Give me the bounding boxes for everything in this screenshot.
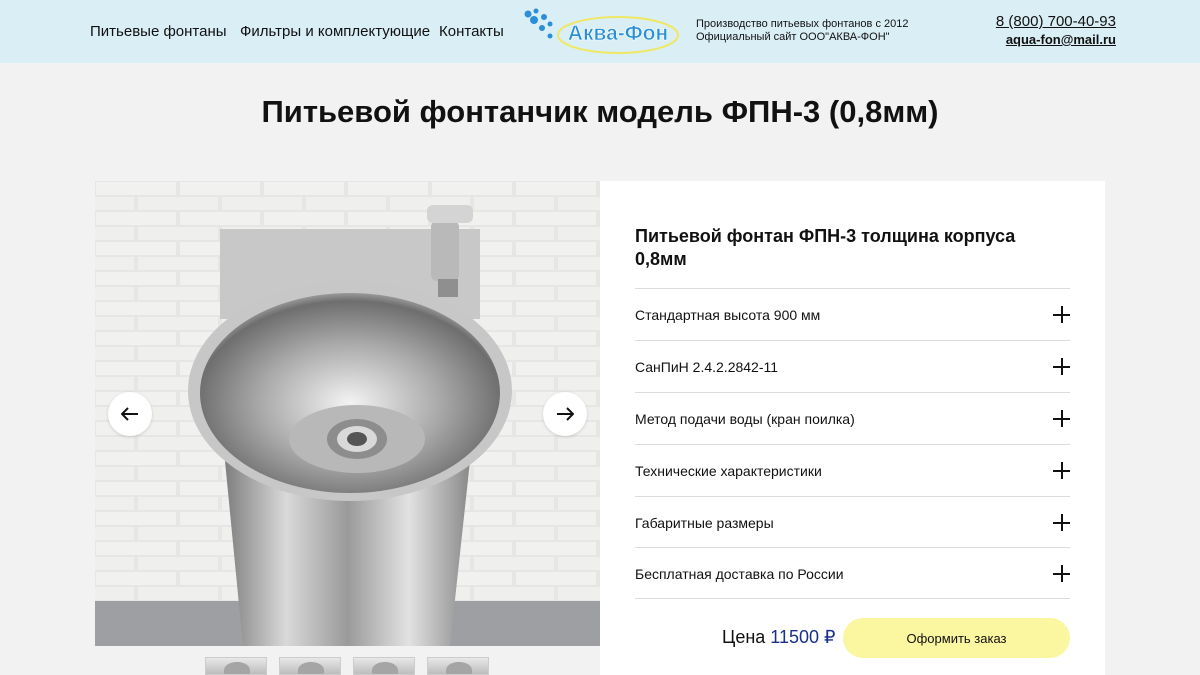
price-label: Цена bbox=[722, 627, 766, 647]
product-photo bbox=[95, 181, 600, 646]
accordion-item[interactable]: СанПиН 2.4.2.2842-11 bbox=[635, 340, 1070, 392]
accordion-item[interactable]: Габаритные размеры bbox=[635, 496, 1070, 548]
nav-filters[interactable]: Фильтры и комплектующие bbox=[240, 23, 430, 40]
accordion-item[interactable]: Стандартная высота 900 мм bbox=[635, 288, 1070, 340]
nav-drinking-fountains[interactable]: Питьевые фонтаны bbox=[90, 23, 227, 40]
site-header: Питьевые фонтаны Фильтры и комплектующие… bbox=[0, 0, 1200, 63]
accordion-label: Бесплатная доставка по России bbox=[635, 565, 844, 582]
email-link[interactable]: aqua-fon@mail.ru bbox=[1006, 32, 1116, 47]
page-title: Питьевой фонтанчик модель ФПН-3 (0,8мм) bbox=[261, 94, 939, 129]
price: Цена 11500 ₽ bbox=[722, 627, 835, 648]
nav-contacts[interactable]: Контакты bbox=[439, 23, 504, 40]
plus-icon bbox=[1053, 514, 1070, 531]
product-gallery[interactable] bbox=[95, 181, 600, 646]
accordion-item[interactable]: Бесплатная доставка по России bbox=[635, 547, 1070, 599]
accordion-label: Метод подачи воды (кран поилка) bbox=[635, 410, 855, 427]
gallery-thumbnail[interactable] bbox=[427, 657, 489, 675]
plus-icon bbox=[1053, 565, 1070, 582]
accordion-label: Стандартная высота 900 мм bbox=[635, 306, 821, 323]
product-info-panel: Питьевой фонтан ФПН-3 толщина корпуса 0,… bbox=[600, 181, 1105, 675]
logo[interactable]: Аква-Фон bbox=[520, 6, 680, 58]
accordion-item[interactable]: Технические характеристики bbox=[635, 444, 1070, 496]
product-title: Питьевой фонтан ФПН-3 толщина корпуса 0,… bbox=[635, 226, 1016, 269]
divider bbox=[635, 598, 1070, 599]
plus-icon bbox=[1053, 306, 1070, 323]
gallery-thumbnail[interactable] bbox=[353, 657, 415, 675]
accordion-label: Габаритные размеры bbox=[635, 514, 774, 531]
tagline-line-1: Производство питьевых фонтанов с 2012 bbox=[696, 18, 909, 30]
arrow-left-icon bbox=[121, 407, 139, 421]
plus-icon bbox=[1053, 410, 1070, 427]
gallery-thumbnail[interactable] bbox=[205, 657, 267, 675]
currency-symbol: ₽ bbox=[824, 627, 836, 647]
gallery-thumbnails bbox=[205, 657, 489, 675]
plus-icon bbox=[1053, 358, 1070, 375]
plus-icon bbox=[1053, 462, 1070, 479]
price-value: 11500 bbox=[770, 627, 820, 647]
logo-text: Аква-Фон bbox=[568, 22, 668, 45]
accordion-item[interactable]: Метод подачи воды (кран поилка) bbox=[635, 392, 1070, 444]
phone-link[interactable]: 8 (800) 700-40-93 bbox=[996, 13, 1116, 30]
gallery-thumbnail[interactable] bbox=[279, 657, 341, 675]
gallery-prev-button[interactable] bbox=[108, 392, 152, 436]
order-button[interactable]: Оформить заказ bbox=[843, 618, 1070, 658]
accordion-label: Технические характеристики bbox=[635, 462, 822, 479]
accordion-label: СанПиН 2.4.2.2842-11 bbox=[635, 358, 779, 375]
tagline-line-2: Официальный сайт ООО"АКВА-ФОН" bbox=[696, 31, 890, 43]
tagline: Производство питьевых фонтанов с 2012 Оф… bbox=[696, 18, 908, 44]
gallery-next-button[interactable] bbox=[543, 392, 587, 436]
arrow-right-icon bbox=[556, 407, 574, 421]
